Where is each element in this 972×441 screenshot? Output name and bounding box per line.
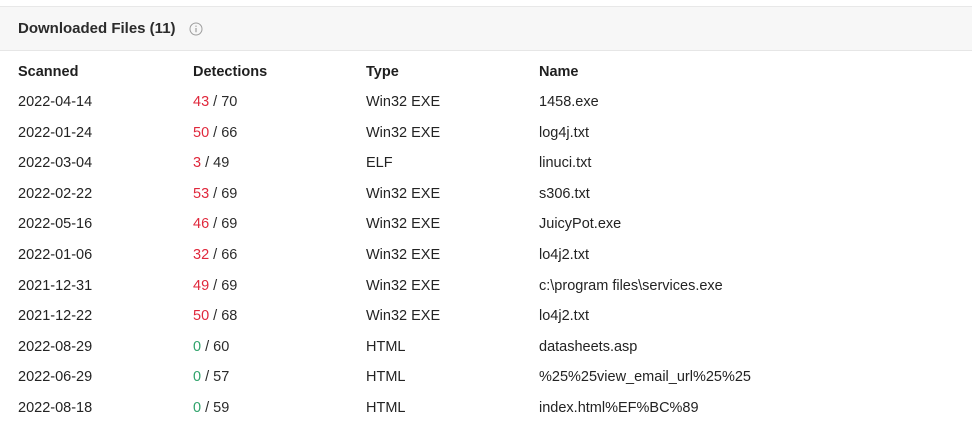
table-row[interactable]: 2021-12-31 49 / 69 Win32 EXE c:\program fil…	[0, 271, 972, 302]
engine-total: / 66	[213, 246, 238, 263]
file-type: ELF	[366, 155, 393, 172]
detection-count: 49	[193, 277, 210, 294]
engine-total: / 69	[213, 216, 238, 233]
file-name[interactable]: 1458.exe	[539, 87, 599, 117]
file-name[interactable]: linuci.txt	[539, 148, 591, 178]
panel-header: Downloaded Files (11)	[0, 7, 972, 51]
detection-count: 43	[193, 94, 210, 110]
engine-total: / 49	[205, 155, 230, 172]
file-type: Win32 EXE	[366, 124, 441, 141]
detection-count: 50	[193, 124, 210, 141]
file-name[interactable]: log4j.txt	[539, 118, 589, 148]
detections-cell: 0 / 59	[193, 393, 229, 423]
table-row[interactable]: 2022-01-24 50 / 66 Win32 EXE log4j.txt	[0, 118, 972, 149]
column-header-detections[interactable]: Detections	[193, 58, 267, 86]
downloaded-files-panel: Downloaded Files (11) Scanned Detections…	[0, 0, 972, 441]
scanned-date: 2021-12-22	[18, 308, 93, 325]
file-name[interactable]: s306.txt	[539, 179, 590, 209]
info-circle-icon[interactable]	[189, 22, 203, 36]
scanned-date: 2022-03-04	[18, 155, 93, 172]
detections-cell: 43 / 70	[193, 87, 237, 117]
file-type: Win32 EXE	[366, 308, 441, 325]
detections-cell: 50 / 68	[193, 301, 237, 331]
scanned-date: 2022-08-18	[18, 399, 93, 416]
column-header-type[interactable]: Type	[366, 58, 399, 86]
detection-count: 0	[193, 399, 202, 416]
file-name[interactable]: index.html%EF%BC%89	[539, 393, 699, 423]
file-name[interactable]: lo4j2.txt	[539, 301, 589, 331]
panel-title: Downloaded Files (11)	[18, 20, 176, 37]
column-header-name[interactable]: Name	[539, 58, 579, 86]
file-type: HTML	[366, 399, 406, 416]
table-row[interactable]: 2022-05-16 46 / 69 Win32 EXE JuicyPot.exe	[0, 209, 972, 240]
file-type: Win32 EXE	[366, 277, 441, 294]
file-type: Win32 EXE	[366, 216, 441, 233]
engine-total: / 68	[213, 308, 238, 325]
detection-count: 53	[193, 185, 210, 202]
detection-count: 46	[193, 216, 210, 233]
file-type: Win32 EXE	[366, 185, 441, 202]
engine-total: / 60	[205, 338, 230, 355]
file-type: Win32 EXE	[366, 246, 441, 263]
detections-cell: 50 / 66	[193, 118, 237, 148]
detections-cell: 3 / 49	[193, 148, 229, 178]
table-row[interactable]: 2022-02-22 53 / 69 Win32 EXE s306.txt	[0, 179, 972, 210]
detection-count: 0	[193, 338, 202, 355]
table-row[interactable]: 2022-01-06 32 / 66 Win32 EXE lo4j2.txt	[0, 240, 972, 271]
table-row[interactable]: 2022-03-04 3 / 49 ELF linuci.txt	[0, 148, 972, 179]
detections-cell: 46 / 69	[193, 209, 237, 239]
file-name[interactable]: JuicyPot.exe	[539, 209, 621, 239]
file-name[interactable]: lo4j2.txt	[539, 240, 589, 270]
file-name[interactable]: c:\program files\services.exe	[539, 271, 723, 301]
scanned-date: 2022-06-29	[18, 369, 93, 386]
table-row[interactable]: 2022-08-18 0 / 59 HTML index.html%EF%BC%89	[0, 393, 972, 424]
engine-total: / 69	[213, 185, 238, 202]
table-body: 2022-04-14 43 / 70 Win32 EXE 1458.exe 2022-0…	[0, 87, 972, 424]
table-row[interactable]: 2022-04-14 43 / 70 Win32 EXE 1458.exe	[0, 87, 972, 118]
detection-count: 0	[193, 369, 202, 386]
scanned-date: 2022-02-22	[18, 185, 93, 202]
engine-total: / 66	[213, 124, 238, 141]
detection-count: 3	[193, 155, 202, 172]
file-name[interactable]: datasheets.asp	[539, 332, 637, 362]
table-header-row: Scanned Detections Type Name	[0, 58, 972, 87]
downloaded-files-table: Scanned Detections Type Name 2022-04-14 4…	[0, 58, 972, 424]
detections-cell: 0 / 60	[193, 332, 229, 362]
detection-count: 50	[193, 308, 210, 325]
scanned-date: 2022-08-29	[18, 338, 93, 355]
detections-cell: 32 / 66	[193, 240, 237, 270]
scanned-date: 2022-01-24	[18, 124, 93, 141]
file-name[interactable]: %25%25view_email_url%25%25	[539, 362, 751, 392]
file-type: HTML	[366, 369, 406, 386]
engine-total: / 57	[205, 369, 230, 386]
detections-cell: 49 / 69	[193, 271, 237, 301]
detection-count: 32	[193, 246, 210, 263]
column-header-scanned[interactable]: Scanned	[18, 58, 78, 86]
engine-total: / 70	[213, 94, 238, 110]
file-type: Win32 EXE	[366, 94, 441, 110]
detections-cell: 53 / 69	[193, 179, 237, 209]
scanned-date: 2022-04-14	[18, 94, 93, 110]
scanned-date: 2022-01-06	[18, 246, 93, 263]
engine-total: / 59	[205, 399, 230, 416]
engine-total: / 69	[213, 277, 238, 294]
scanned-date: 2022-05-16	[18, 216, 93, 233]
detections-cell: 0 / 57	[193, 362, 229, 392]
table-row[interactable]: 2021-12-22 50 / 68 Win32 EXE lo4j2.txt	[0, 301, 972, 332]
scanned-date: 2021-12-31	[18, 277, 93, 294]
table-row[interactable]: 2022-06-29 0 / 57 HTML %25%25view_email_url…	[0, 362, 972, 393]
file-type: HTML	[366, 338, 406, 355]
table-row[interactable]: 2022-08-29 0 / 60 HTML datasheets.asp	[0, 332, 972, 363]
